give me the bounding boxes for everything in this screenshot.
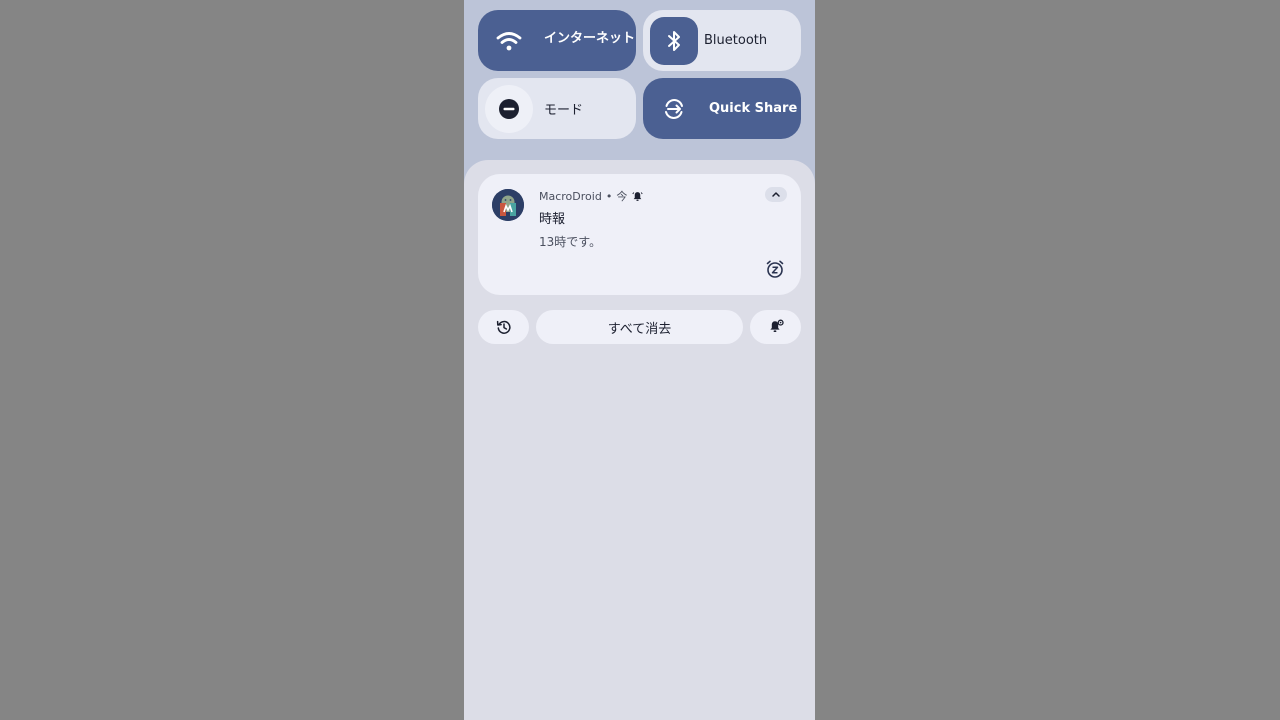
do-not-disturb-icon [485, 84, 533, 133]
snooze-icon [766, 260, 784, 278]
history-button[interactable] [478, 310, 529, 344]
alert-bell-icon [632, 191, 643, 202]
notification-header: MacroDroid • 今 [539, 188, 643, 204]
quick-share-icon [650, 85, 698, 133]
chevron-up-icon [772, 192, 780, 197]
notification-settings-icon [769, 319, 784, 332]
clear-all-button[interactable]: すべて消去 [536, 310, 743, 344]
clear-all-label: すべて消去 [607, 321, 672, 337]
notification-time: 今 [616, 190, 628, 203]
quick-share-tile[interactable]: Quick Share [643, 78, 801, 139]
collapse-chevron-button[interactable] [765, 187, 787, 202]
header-separator: • [605, 189, 613, 203]
notification-body: 13時です。 [539, 235, 602, 249]
notification-shade: MacroDroid • 今 時報 13時です。 すべて消去 [464, 160, 815, 720]
internet-tile-label: インターネット [544, 31, 636, 46]
bluetooth-tile-label: Bluetooth [704, 33, 768, 48]
notification-title: 時報 [539, 212, 566, 227]
macrodroid-app-icon [492, 189, 524, 221]
bluetooth-tile[interactable]: Bluetooth [643, 10, 801, 71]
quick-share-tile-label: Quick Share [709, 101, 798, 116]
mode-tile[interactable]: モード [478, 78, 636, 139]
phone-screen: インターネット Bluetooth モード Quick Share MacroD… [464, 0, 815, 720]
wifi-icon [485, 17, 533, 65]
notification-card[interactable]: MacroDroid • 今 時報 13時です。 [478, 174, 801, 295]
notification-app-name: MacroDroid [539, 189, 602, 203]
history-icon [496, 320, 511, 334]
snooze-button[interactable] [764, 258, 786, 280]
mode-tile-label: モード [544, 103, 584, 118]
internet-tile[interactable]: インターネット [478, 10, 636, 71]
notification-settings-button[interactable] [750, 310, 801, 344]
bluetooth-icon [650, 16, 698, 65]
